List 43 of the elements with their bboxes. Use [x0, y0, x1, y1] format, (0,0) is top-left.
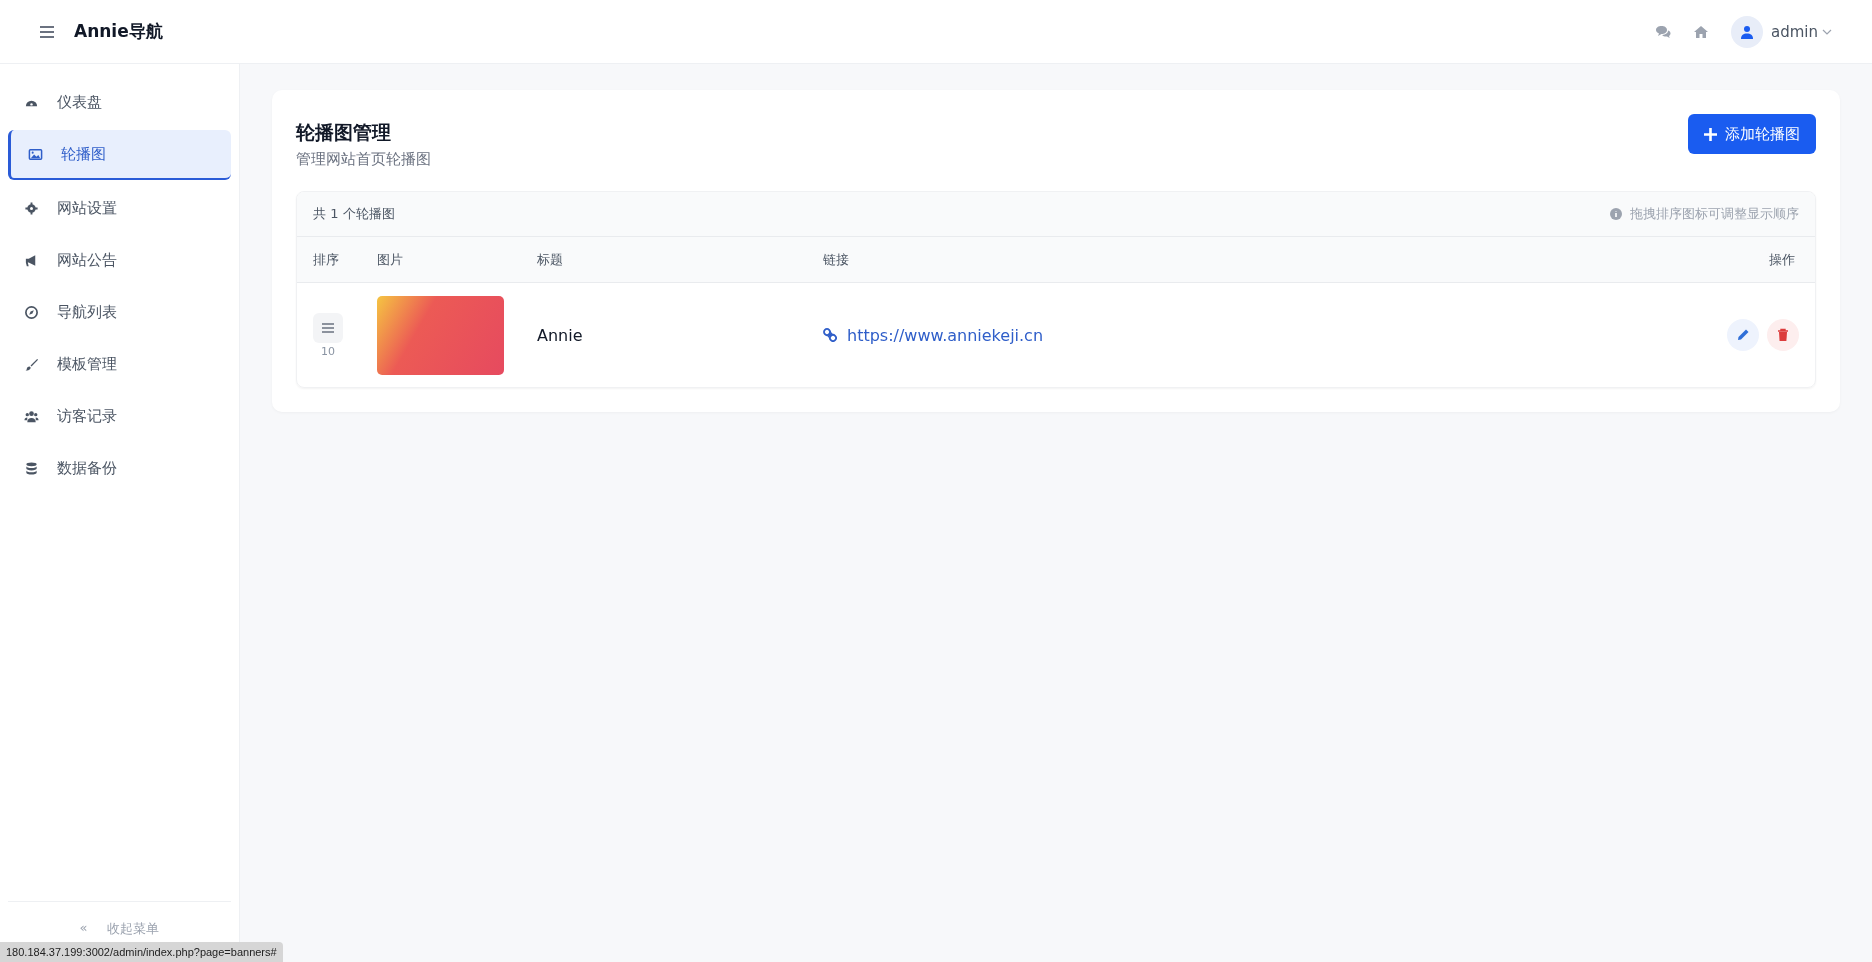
page-subtitle: 管理网站首页轮播图 — [296, 150, 431, 169]
image-icon — [28, 146, 43, 162]
sidebar-item[interactable]: 数据备份 — [8, 444, 231, 492]
delete-button[interactable] — [1767, 319, 1799, 351]
status-url: 180.184.37.199:3002/admin/index.php?page=banners# — [0, 942, 283, 962]
column-header: 排序 — [313, 250, 340, 269]
sidebar-item[interactable]: 导航列表 — [8, 288, 231, 336]
drag-handle[interactable] — [313, 312, 343, 343]
database-icon — [24, 460, 39, 476]
column-header: 链接 — [823, 250, 850, 269]
sidebar-item[interactable]: 网站设置 — [8, 184, 231, 232]
add-banner-button[interactable]: 添加轮播图 — [1688, 114, 1816, 154]
banner-title: Annie — [537, 325, 584, 345]
chat-icon[interactable] — [1655, 23, 1671, 40]
edit-button[interactable] — [1727, 319, 1759, 351]
sidebar-item[interactable]: 模板管理 — [8, 340, 231, 388]
banner-count: 共 1 个轮播图 — [313, 205, 395, 223]
avatar-icon[interactable] — [1731, 15, 1763, 48]
pencil-icon — [1736, 328, 1750, 342]
column-header: 图片 — [377, 250, 404, 269]
banner-link[interactable]: https://www.anniekeji.cn — [823, 325, 1699, 345]
column-header: 标题 — [537, 250, 564, 269]
sidebar-item[interactable]: 网站公告 — [8, 236, 231, 284]
compass-icon — [24, 304, 39, 320]
sidebar-item[interactable]: 轮播图 — [8, 130, 231, 180]
users-icon — [24, 408, 39, 424]
sidebar-item[interactable]: 仪表盘 — [8, 78, 231, 126]
sidebar-item[interactable]: 访客记录 — [8, 392, 231, 440]
menu-icon[interactable] — [40, 25, 54, 38]
column-header: 操作 — [1768, 250, 1796, 269]
plus-icon — [1704, 127, 1717, 141]
drag-hint: 拖拽排序图标可调整显示顺序 — [1630, 205, 1799, 223]
sort-order: 10 — [320, 344, 336, 358]
info-icon — [1610, 208, 1622, 220]
user-menu[interactable]: admin — [1771, 22, 1832, 41]
home-icon[interactable] — [1693, 23, 1709, 40]
brand-title: Annie导航 — [74, 20, 163, 43]
link-icon — [823, 328, 837, 342]
gear-icon — [24, 200, 39, 216]
trash-icon — [1776, 328, 1790, 342]
page-title: 轮播图管理 — [296, 120, 392, 145]
caret-icon — [1822, 28, 1832, 35]
brush-icon — [24, 356, 39, 372]
